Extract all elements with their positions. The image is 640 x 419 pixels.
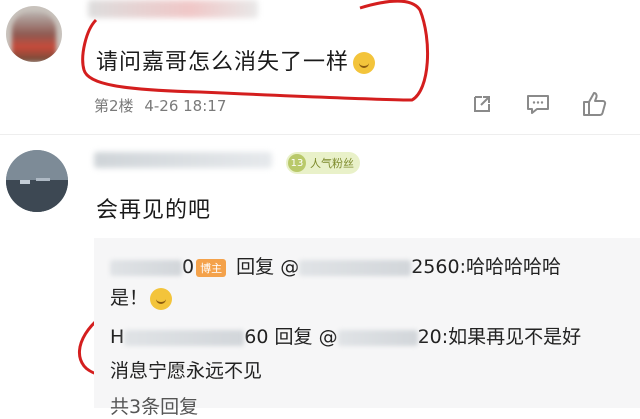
commenter-avatar[interactable] [6,150,68,212]
fan-badge-label: 人气粉丝 [310,157,354,170]
emoji-icon [150,287,173,310]
more-replies-link[interactable]: 共3条回复 [110,392,198,419]
avatar-image [6,150,68,212]
reply-content-wrap: 消息宁愿永远不见 [110,360,263,382]
reply-content-wrap: 是！ [110,283,173,310]
reply-item[interactable]: 0 博主 回复 @2560:哈哈哈哈哈 [110,252,561,279]
fan-level: 13 [288,154,306,172]
reply-target-redacted[interactable] [299,259,412,276]
reply-content: :如果再见不是好 [441,326,582,348]
reply-author-redacted[interactable] [124,329,245,346]
reply-content: :哈哈哈哈哈 [459,256,561,278]
commenter-name-redacted[interactable] [94,152,272,168]
fan-badge[interactable]: 13 人气粉丝 [286,152,360,174]
reply-author-redacted[interactable] [110,259,182,276]
comment-text: 会再见的吧 [96,198,212,223]
divider [0,134,640,135]
reply-item[interactable]: H 60 回复 @20:如果再见不是好 [110,322,581,349]
blogger-tag: 博主 [196,258,227,277]
reply-target-redacted[interactable] [337,329,418,346]
